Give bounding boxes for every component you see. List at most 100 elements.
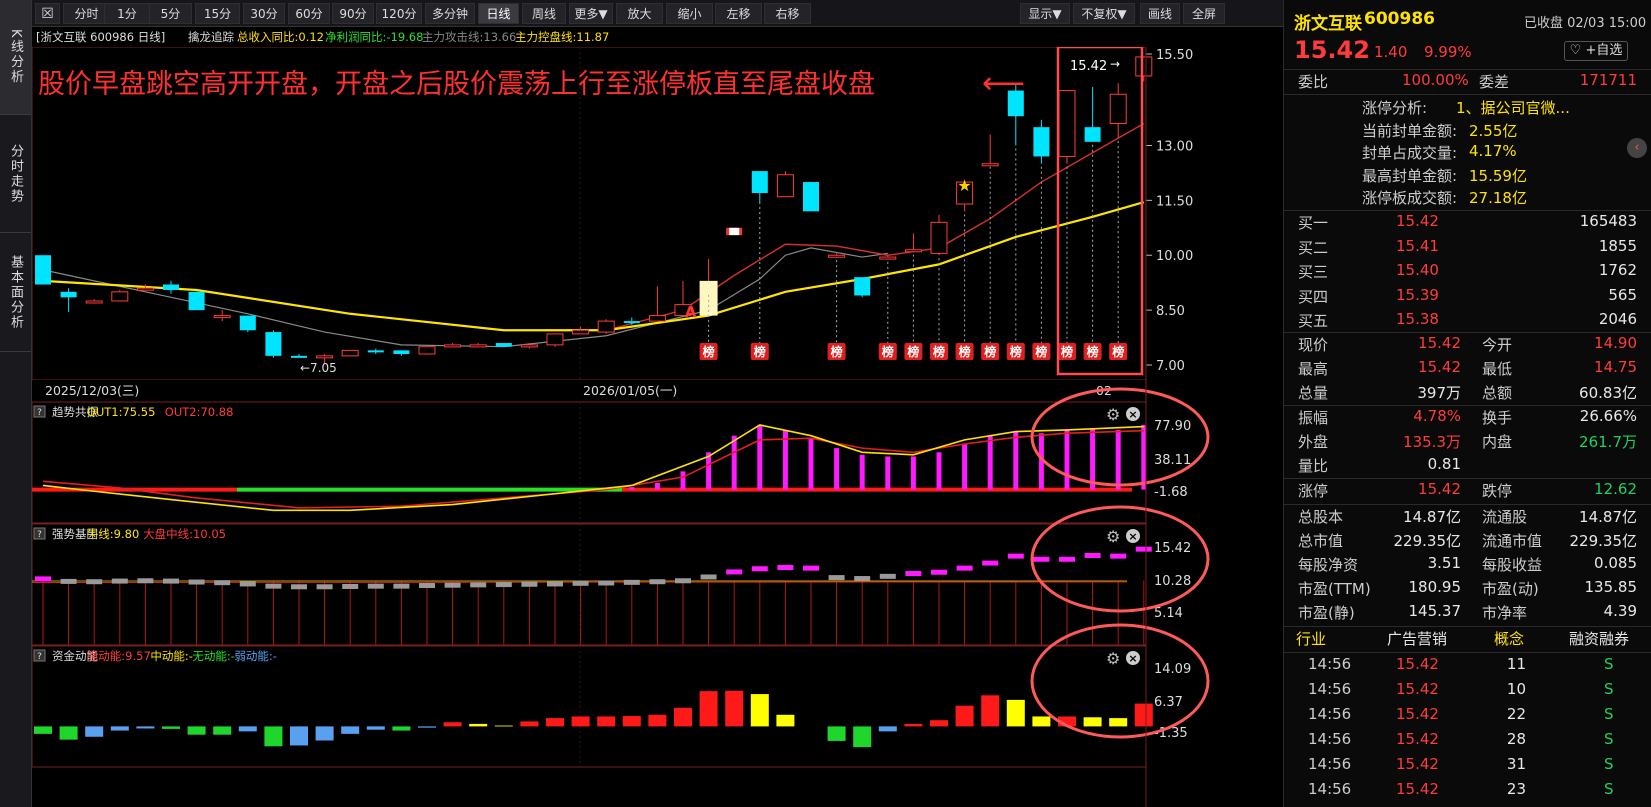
- kline-charts[interactable]: 15.5013.0011.5010.008.507.00榜榜榜榜榜榜榜榜榜榜榜榜…: [32, 47, 1283, 807]
- add-watch-button[interactable]: ♡ +自选: [1564, 41, 1628, 61]
- candle-13: [367, 348, 384, 355]
- panel-settings-icon[interactable]: ⚙: [1106, 527, 1120, 546]
- svg-text:⚙: ⚙: [1106, 527, 1120, 546]
- stat3-v1-2: 229.35亿: [1393, 532, 1462, 550]
- ma-gray-line: [42, 247, 888, 348]
- attack-line: 主力攻击线:13.66: [422, 30, 517, 44]
- panel-close-icon[interactable]: ×: [1126, 651, 1140, 665]
- bang-marker[interactable]: 榜: [981, 343, 1000, 360]
- svg-text:榜: 榜: [831, 344, 843, 359]
- info-tab-2[interactable]: 广告营销: [1387, 628, 1447, 649]
- svg-text:?: ?: [37, 408, 42, 418]
- toolbar-btn-11[interactable]: 周线: [522, 3, 566, 24]
- help-icon[interactable]: ?: [33, 649, 46, 662]
- panel-close-icon[interactable]: ×: [1126, 529, 1140, 543]
- sub2-box-24: [649, 579, 666, 585]
- bid-label-4: 买四: [1298, 287, 1329, 306]
- stock-name: 浙文互联: [1294, 14, 1362, 34]
- toolbar-btn-2[interactable]: 1分: [104, 3, 150, 24]
- bang-marker[interactable]: 榜: [878, 343, 897, 360]
- panel-close-icon[interactable]: ×: [1126, 407, 1140, 421]
- bang-marker[interactable]: 榜: [1109, 343, 1128, 360]
- bang-marker[interactable]: 榜: [699, 343, 718, 360]
- collapse-toggle-icon[interactable]: ☒: [35, 3, 60, 24]
- help-icon[interactable]: ?: [33, 527, 46, 540]
- bang-marker[interactable]: 榜: [1032, 343, 1051, 360]
- bang-marker[interactable]: 榜: [955, 343, 974, 360]
- bang-marker[interactable]: 榜: [930, 343, 948, 360]
- bang-marker[interactable]: 榜: [750, 343, 769, 360]
- toolbar-right-btn-1[interactable]: 显示▼: [1020, 3, 1070, 24]
- limit-val-1[interactable]: 1、据公司官微...: [1456, 97, 1570, 118]
- bang-marker[interactable]: 榜: [1006, 343, 1025, 360]
- sub3-bar-26: [699, 691, 718, 727]
- sub-y-tick-38-11: 38.11: [1154, 453, 1191, 468]
- panel-settings-icon[interactable]: ⚙: [1106, 405, 1120, 424]
- bid-label-2: 买二: [1298, 238, 1329, 257]
- sub2-box-8: [239, 581, 256, 587]
- toolbar-right-btn-4[interactable]: 全屏: [1183, 3, 1225, 24]
- toolbar-btn-5[interactable]: 30分: [243, 3, 285, 24]
- info-tab-3[interactable]: 概念: [1494, 628, 1524, 649]
- bang-marker[interactable]: 榜: [904, 343, 923, 360]
- bang-marker[interactable]: 榜: [1058, 343, 1076, 360]
- nav-tab-3[interactable]: 基本面分析: [0, 234, 31, 352]
- candle-15: [418, 346, 436, 355]
- indicator-name[interactable]: 擒龙追踪: [188, 27, 234, 47]
- control-line: 主力控盘线:11.87: [515, 30, 610, 44]
- toolbar-btn-9[interactable]: 多分钟: [425, 3, 475, 24]
- sub-y-tick-5-14: 5.14: [1154, 606, 1183, 621]
- sub3-bar-22: [597, 716, 616, 727]
- bid-volume-3: 1762: [1598, 261, 1637, 279]
- nav-tab-1[interactable]: K线分析: [0, 0, 31, 115]
- svg-text:榜: 榜: [703, 344, 715, 359]
- sub3-bar-10: [290, 726, 308, 746]
- quote-panel: 浙文互联 600986 已收盘 02/03 15:00 15.42 1.40 9.99% ♡…: [1283, 0, 1651, 807]
- toolbar-btn-8[interactable]: 120分: [376, 3, 422, 24]
- candle-12: [341, 349, 359, 357]
- stat3-v1-1: 14.87亿: [1403, 508, 1461, 526]
- limit-key-5: 涨停板成交额:: [1362, 189, 1458, 207]
- sub1-bar-25: [680, 471, 686, 490]
- sub3-bar-31: [827, 726, 846, 741]
- stat3-v2-5: 4.39: [1603, 602, 1637, 620]
- sub1-bar-24: [654, 482, 660, 490]
- info-tab-4[interactable]: 融资融券: [1569, 628, 1629, 649]
- toolbar-btn-7[interactable]: 90分: [332, 3, 374, 24]
- bang-marker[interactable]: 榜: [1083, 343, 1102, 360]
- toolbar-btn-14[interactable]: 缩小: [666, 3, 713, 24]
- toolbar-btn-3[interactable]: 5分: [149, 3, 192, 24]
- tick-price-4: 15.42: [1396, 730, 1439, 748]
- collapse-arrow-icon[interactable]: ‹: [1627, 138, 1647, 158]
- sub2-box-42: [1110, 553, 1127, 559]
- help-icon[interactable]: ?: [33, 405, 46, 418]
- candle-24: [648, 286, 666, 322]
- sub-y-tick-15-42: 15.42: [1154, 541, 1191, 556]
- tick-time-5: 14:56: [1308, 755, 1352, 773]
- svg-text:榜: 榜: [1035, 344, 1047, 359]
- toolbar-btn-12[interactable]: 更多▼: [569, 3, 613, 24]
- toolbar-btn-15[interactable]: 左移: [715, 3, 762, 24]
- toolbar-right-btn-3[interactable]: 画线: [1140, 3, 1180, 24]
- bang-marker[interactable]: 榜: [827, 343, 846, 360]
- candle-26: [699, 258, 718, 316]
- toolbar-btn-13[interactable]: 放大: [616, 3, 663, 24]
- bid-label-1: 买一: [1298, 214, 1329, 232]
- sub2-box-41: [1084, 552, 1101, 558]
- toolbar-btn-10[interactable]: 日线: [478, 3, 519, 24]
- profit-yoy: 净利润同比:-19.68: [325, 30, 424, 44]
- nav-tab-2[interactable]: 分时走势: [0, 116, 31, 233]
- sub-y-tick-77-90: 77.90: [1154, 419, 1191, 434]
- toolbar-btn-16[interactable]: 右移: [764, 3, 811, 24]
- panel-settings-icon[interactable]: ⚙: [1106, 649, 1120, 668]
- toolbar-right-btn-2[interactable]: 不复权▼: [1073, 3, 1135, 24]
- info-tab-1[interactable]: 行业: [1296, 628, 1326, 649]
- stat3-k1-1: 总股本: [1298, 508, 1344, 526]
- stat3-k2-2: 流通市值: [1482, 532, 1543, 550]
- toolbar-btn-6[interactable]: 60分: [288, 3, 330, 24]
- toolbar-btn-4[interactable]: 15分: [195, 3, 240, 24]
- info-bar: [浙文互联 600986 日线] 擒龙追踪 总收入同比:0.12 净利润同比:-…: [32, 27, 1250, 47]
- sub1-out2-line: [42, 429, 1144, 509]
- toolbar-btn-1[interactable]: 分时: [63, 3, 110, 24]
- candle-41: [1084, 86, 1101, 142]
